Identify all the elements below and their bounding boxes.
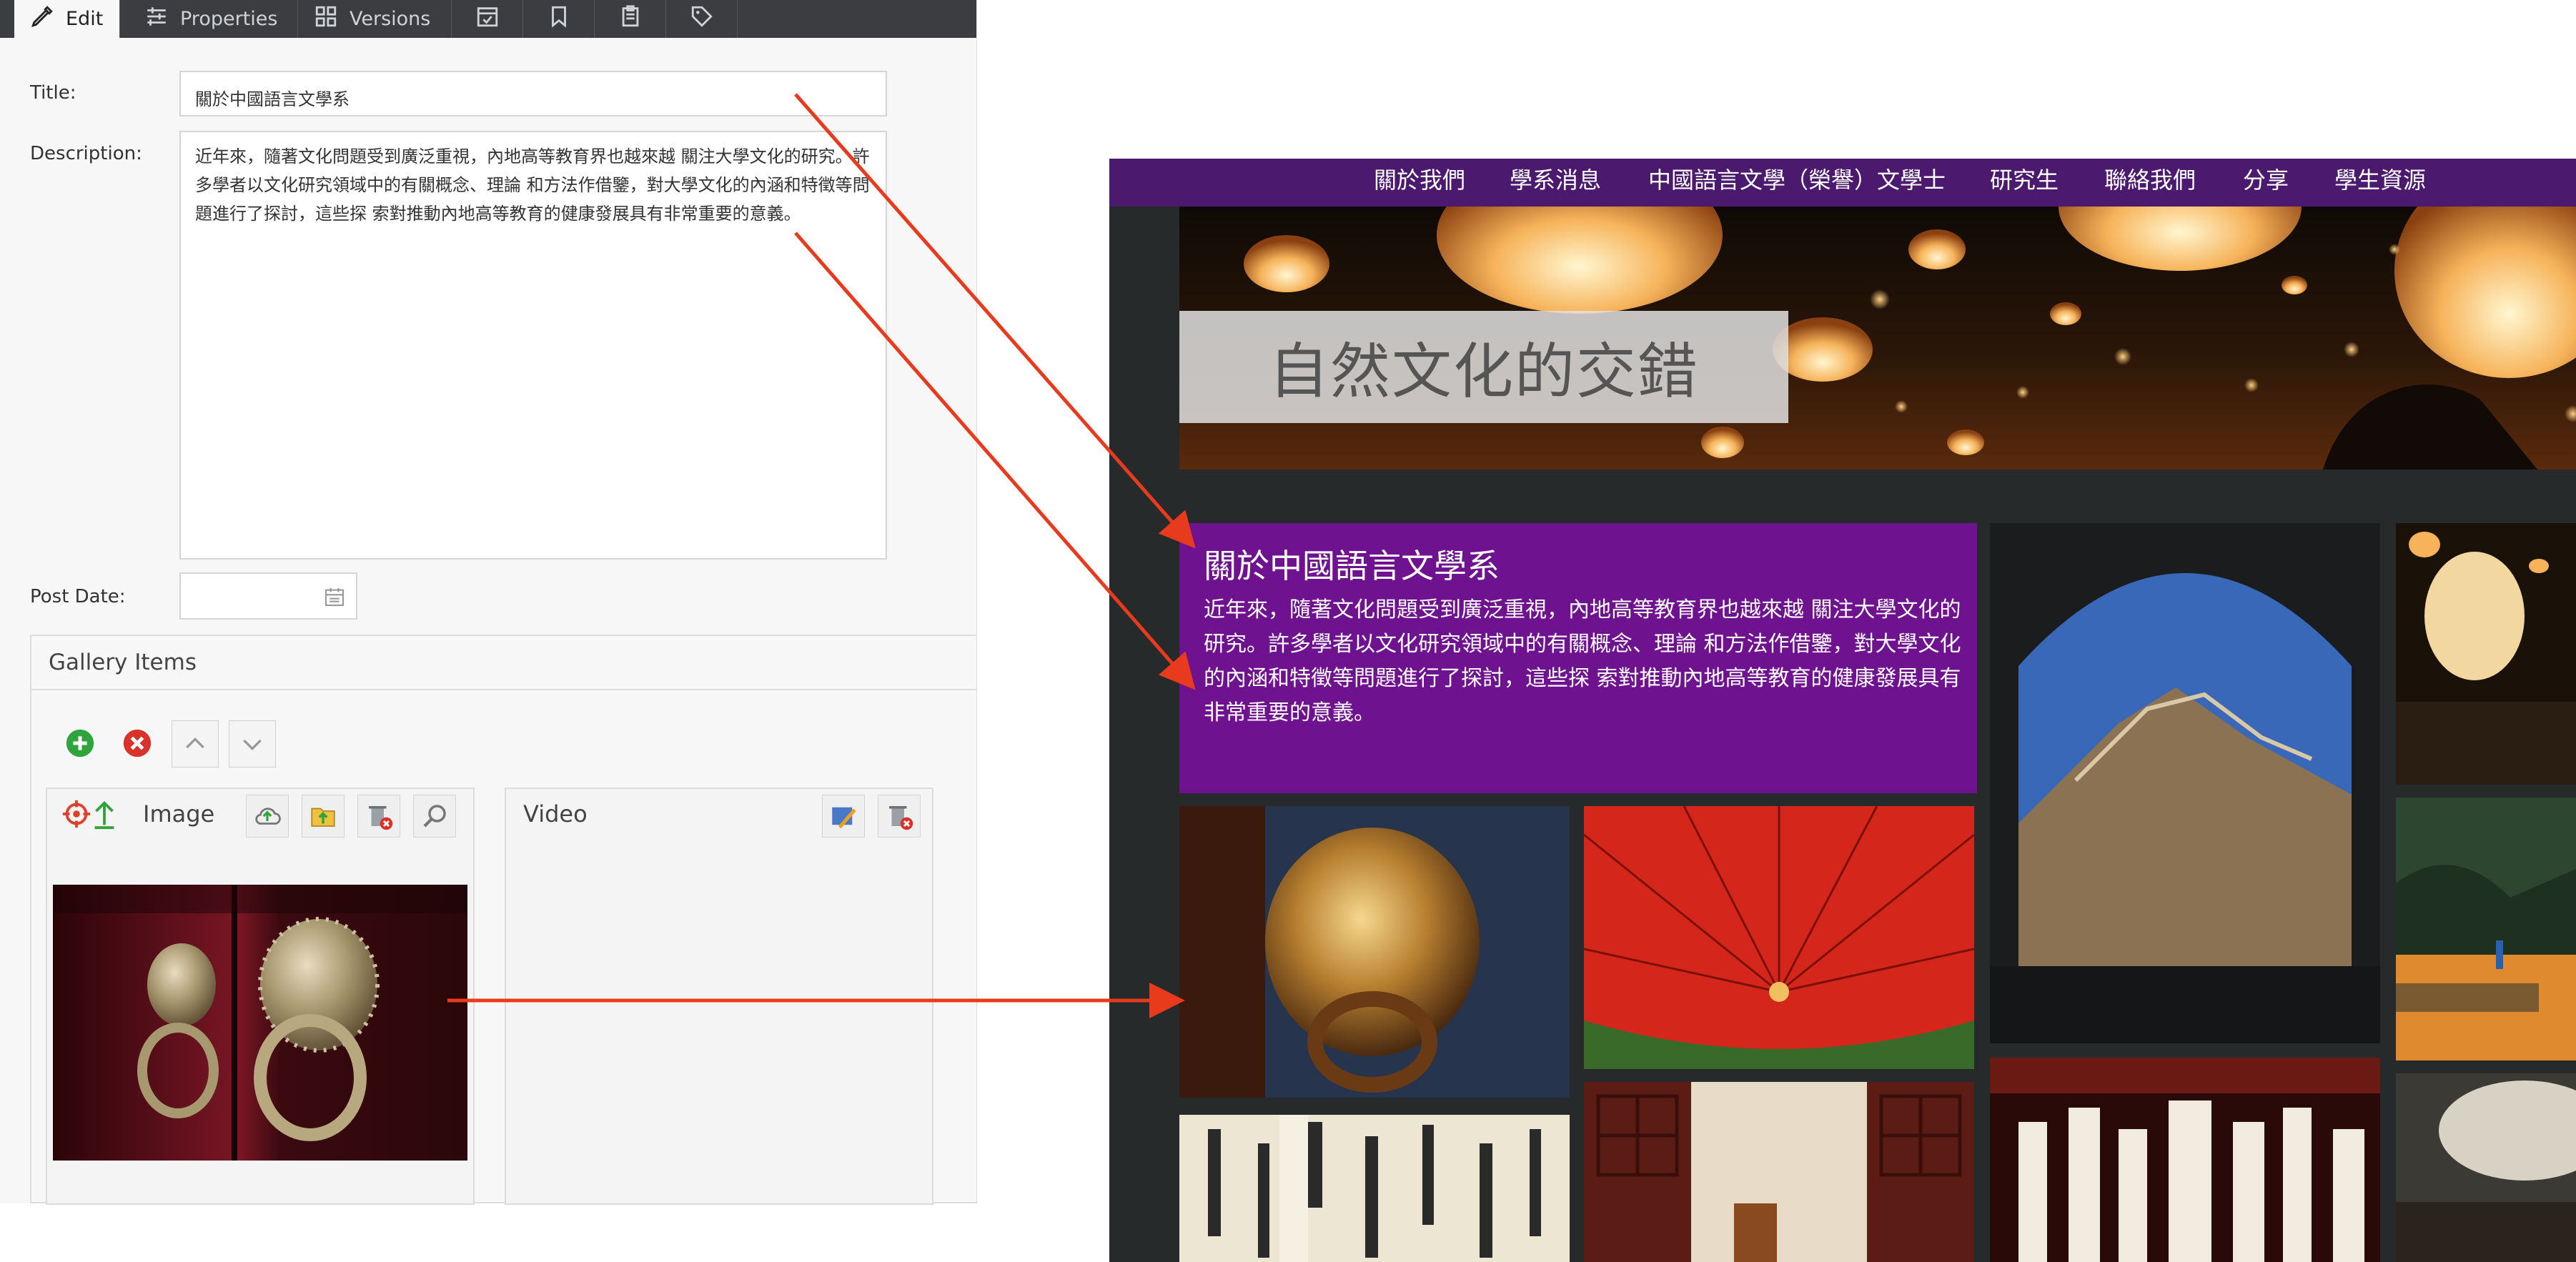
gallery-tile-wooden-doors[interactable]: [1584, 1082, 1974, 1262]
delete-image-button[interactable]: [357, 795, 400, 838]
gallery-tile-lanterns-2[interactable]: [2396, 523, 2576, 785]
nav-item-contact[interactable]: 聯絡我們: [2104, 159, 2196, 202]
gallery-tile-tea[interactable]: [2396, 1073, 2576, 1262]
search-icon: [423, 805, 446, 828]
video-edit-icon: [832, 807, 856, 829]
image-card-title: Image: [143, 800, 215, 828]
hero-banner: 自然文化的交錯: [1179, 207, 2576, 469]
description-textarea-value: 近年來，隨著文化問題受到廣泛重視，內地高等教育界也越來越 關注大學文化的研究。許…: [195, 146, 870, 224]
pencil-icon: [30, 4, 54, 34]
video-card-title: Video: [523, 800, 588, 828]
tag-icon: [690, 4, 714, 34]
tab-notes[interactable]: [595, 0, 666, 38]
cloud-upload-button[interactable]: [246, 795, 289, 838]
target-icon[interactable]: [60, 798, 93, 833]
editor-tab-bar: Edit Properties Versions: [0, 0, 976, 38]
versions-icon: [314, 4, 338, 34]
gallery-tile-red-umbrella[interactable]: [1584, 806, 1974, 1069]
move-down-button[interactable]: [229, 720, 276, 767]
tab-versions-label: Versions: [350, 8, 431, 30]
clipboard-icon: [618, 4, 643, 34]
nav-item-about[interactable]: 關於我們: [1374, 159, 1465, 202]
sliders-icon: [144, 4, 169, 34]
video-card: Video: [505, 787, 933, 1205]
feature-text: 近年來，隨著文化問題受到廣泛重視，內地高等教育界也越來越 關注大學文化的研究。許…: [1204, 597, 1961, 725]
tab-tags[interactable]: [666, 0, 738, 38]
gallery-tile-river-raft[interactable]: [2396, 798, 2576, 1060]
folder-upload-icon: [311, 808, 335, 827]
tab-bookmark[interactable]: [523, 0, 595, 38]
bookmark-icon: [547, 4, 571, 34]
tab-edit[interactable]: Edit: [14, 0, 120, 38]
gallery-heading: Gallery Items: [31, 636, 976, 690]
feature-title: 關於中國語言文學系: [1204, 547, 1500, 585]
title-input-value: 關於中國語言文學系: [195, 89, 350, 109]
cms-editor-panel: Edit Properties Versions Title: 關於中國語言文學…: [0, 0, 977, 1205]
description-textarea[interactable]: 近年來，隨著文化問題受到廣泛重視，內地高等教育界也越來越 關注大學文化的研究。許…: [179, 131, 887, 560]
site-nav-bar: 關於我們 學系消息 中國語言文學（榮譽）文學士 研究生 聯絡我們 分享 學生資源: [1109, 159, 2576, 207]
gallery-tile-calligraphy[interactable]: [1179, 1115, 1570, 1262]
cloud-upload-icon: [255, 808, 281, 825]
plus-circle-icon: [66, 729, 94, 757]
remove-item-button[interactable]: [114, 720, 160, 766]
folder-upload-button[interactable]: [302, 795, 345, 838]
trash-delete-icon: [369, 806, 393, 830]
delete-video-button[interactable]: [878, 795, 921, 838]
description-label: Description:: [30, 143, 142, 164]
hero-title-box: 自然文化的交錯: [1179, 311, 1788, 423]
gallery-tile-hanging-banners[interactable]: [1990, 1058, 2380, 1262]
chevron-down-icon: [243, 739, 262, 751]
calendar-check-icon: [475, 4, 500, 34]
image-preview-thumbnail: [53, 885, 467, 1161]
tab-edit-label: Edit: [66, 8, 104, 30]
upload-arrow-icon[interactable]: [90, 798, 119, 833]
gallery-items-panel: Gallery Items Image Video: [30, 635, 976, 1205]
nav-item-ba-program[interactable]: 中國語言文學（榮譽）文學士: [1648, 159, 1946, 202]
image-card: Image: [46, 787, 475, 1205]
hero-title: 自然文化的交錯: [1268, 337, 1699, 407]
remove-circle-icon: [123, 729, 152, 757]
nav-item-postgraduate[interactable]: 研究生: [1990, 159, 2059, 202]
nav-item-news[interactable]: 學系消息: [1510, 159, 1601, 202]
tab-versions[interactable]: Versions: [298, 0, 452, 38]
feature-about-box: 關於中國語言文學系 近年來，隨著文化問題受到廣泛重視，內地高等教育界也越來越 關…: [1179, 523, 1977, 793]
tab-schedule[interactable]: [452, 0, 523, 38]
nav-item-student-resources[interactable]: 學生資源: [2334, 159, 2426, 202]
search-image-button[interactable]: [413, 795, 456, 838]
post-date-input[interactable]: [179, 572, 357, 620]
edit-video-button[interactable]: [822, 795, 865, 838]
chevron-up-icon: [186, 737, 204, 749]
nav-item-share[interactable]: 分享: [2243, 159, 2289, 202]
add-item-button[interactable]: [57, 720, 103, 766]
gallery-tile-great-wall[interactable]: [1990, 523, 2380, 1043]
calendar-icon[interactable]: [323, 585, 346, 612]
post-date-label: Post Date:: [30, 586, 126, 607]
title-label: Title:: [30, 82, 76, 104]
gallery-tile-lion-knocker[interactable]: [1179, 806, 1570, 1098]
tab-properties-label: Properties: [180, 8, 278, 30]
website-preview: 關於我們 學系消息 中國語言文學（榮譽）文學士 研究生 聯絡我們 分享 學生資源: [1109, 159, 2576, 1262]
tab-properties[interactable]: Properties: [129, 0, 298, 38]
title-input[interactable]: 關於中國語言文學系: [179, 71, 887, 116]
move-up-button[interactable]: [172, 720, 219, 767]
trash-delete-icon: [889, 806, 913, 830]
